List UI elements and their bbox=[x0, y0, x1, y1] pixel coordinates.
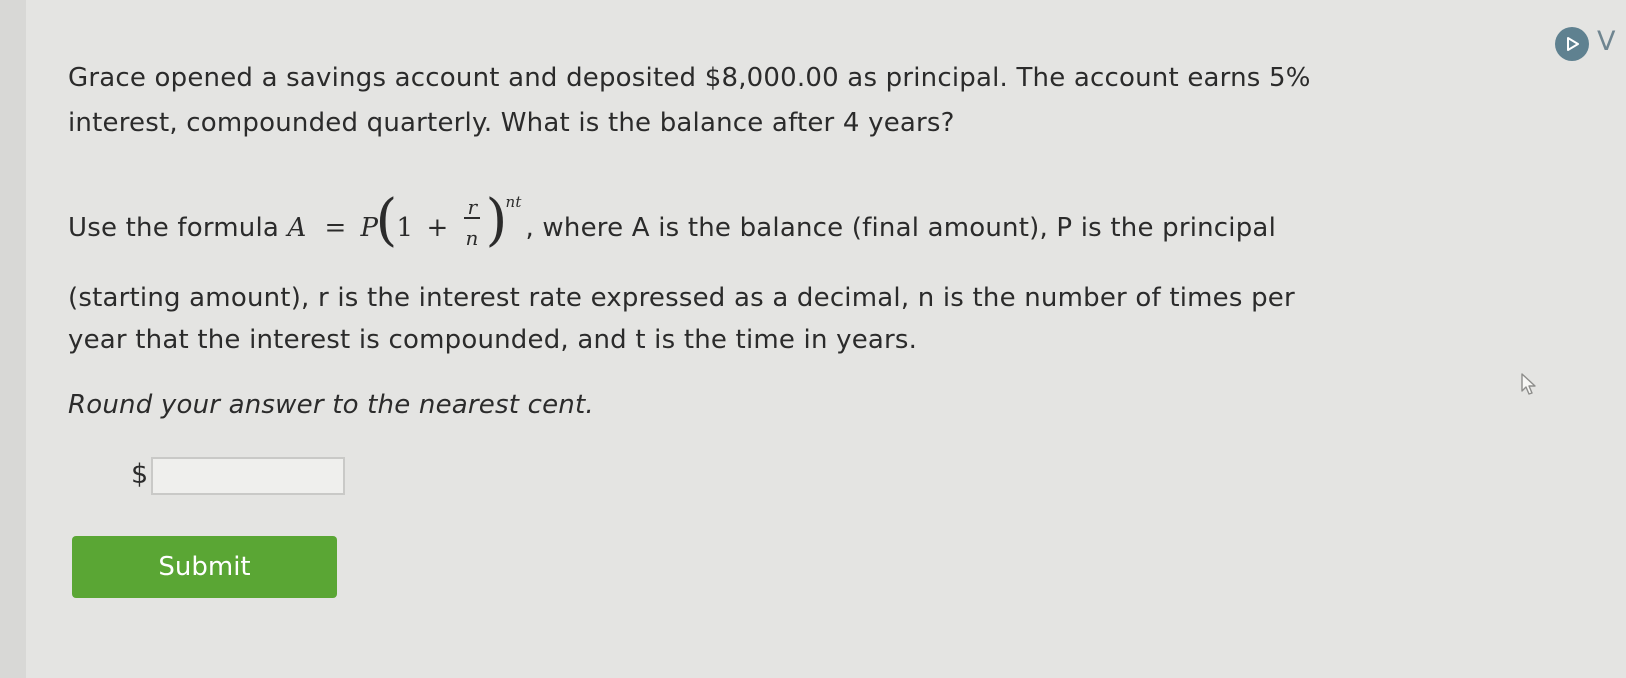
formula-line-2: (starting amount), r is the interest rat… bbox=[68, 283, 1295, 313]
answer-input[interactable] bbox=[151, 457, 345, 495]
left-edge-strip bbox=[0, 0, 26, 678]
formula-prefix: Use the formula bbox=[68, 213, 288, 243]
play-icon bbox=[1567, 37, 1579, 51]
badge-letter: V bbox=[1597, 26, 1616, 57]
formula-fraction-bar bbox=[463, 217, 480, 219]
question-line-2: interest, compounded quarterly. What is … bbox=[68, 108, 955, 138]
compound-interest-formula: A = P ( 1 + r n ) nt bbox=[287, 189, 526, 253]
mouse-pointer-icon bbox=[1521, 373, 1536, 395]
currency-symbol: $ bbox=[131, 459, 149, 490]
play-badge[interactable] bbox=[1555, 27, 1589, 61]
formula-sentence: Use the formula A = P ( 1 + r n ) nt , w… bbox=[68, 189, 1276, 253]
formula-right-paren: ) bbox=[485, 188, 508, 253]
formula-one: 1 bbox=[396, 213, 414, 243]
formula-suffix: , where A is the balance (final amount),… bbox=[525, 213, 1276, 243]
rounding-instruction: Round your answer to the nearest cent. bbox=[68, 390, 594, 420]
formula-equals: = bbox=[324, 213, 347, 243]
formula-plus: + bbox=[426, 213, 449, 243]
formula-line-3: year that the interest is compounded, an… bbox=[68, 325, 918, 355]
formula-lhs: A bbox=[287, 213, 307, 243]
formula-left-paren: ( bbox=[375, 188, 398, 253]
formula-denominator: n bbox=[465, 226, 479, 250]
formula-exponent: nt bbox=[505, 193, 522, 211]
submit-button[interactable]: Submit bbox=[72, 536, 337, 598]
question-line-1: Grace opened a savings account and depos… bbox=[68, 63, 1311, 93]
